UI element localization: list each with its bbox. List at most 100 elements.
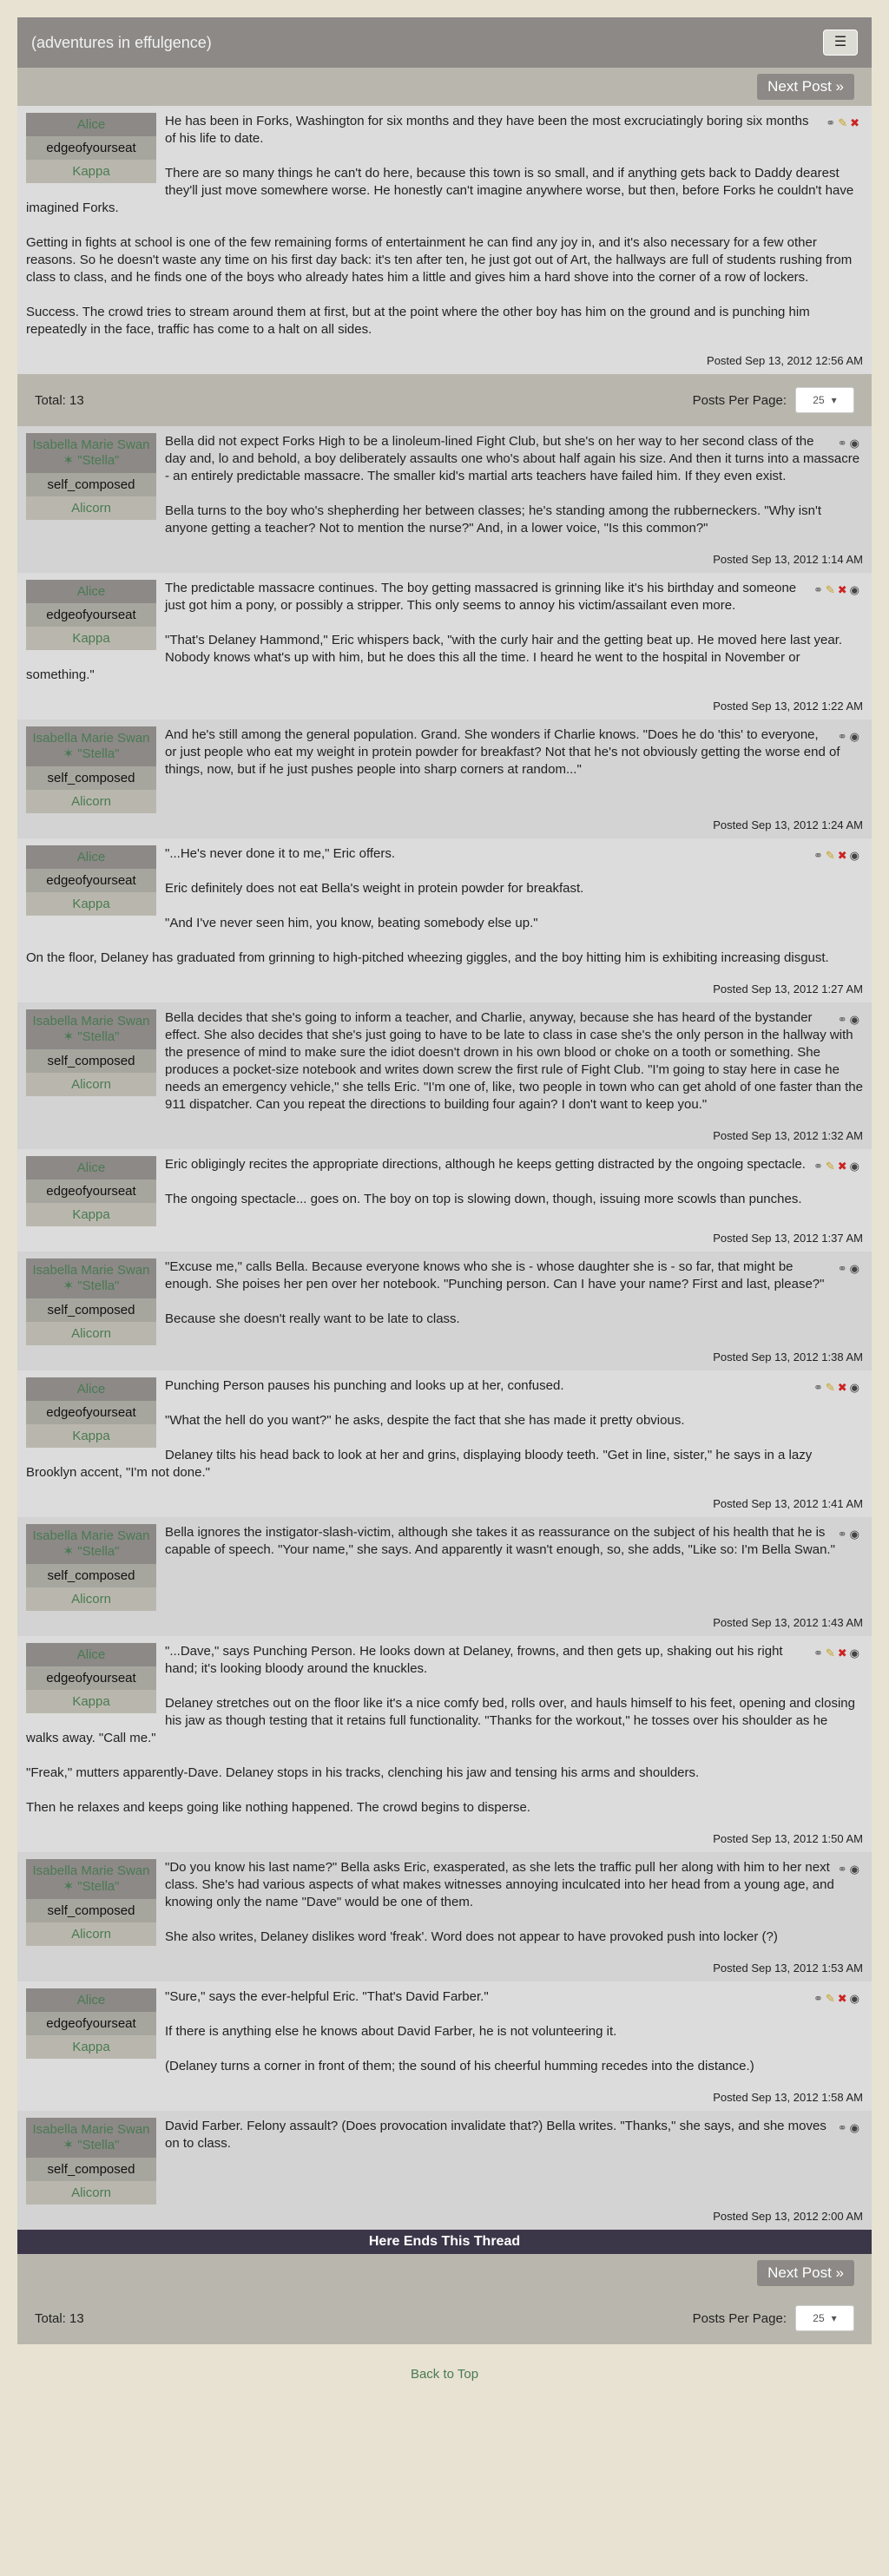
eye-icon[interactable]: ◉ [850,1528,859,1541]
post-tools: ⚭ ◉ [838,2121,859,2135]
character-name[interactable]: Isabella Marie Swan ✶ "Stella" [26,2118,156,2158]
edit-icon[interactable]: ✎ [826,1160,835,1173]
eye-icon[interactable]: ◉ [850,730,859,744]
edit-icon[interactable]: ✎ [826,583,835,597]
author-name[interactable]: self_composed [26,1049,156,1073]
link-icon[interactable]: ⚭ [838,1528,847,1541]
author-name[interactable]: edgeofyourseat [26,2012,156,2035]
author-name[interactable]: self_composed [26,473,156,496]
post-tools: ⚭ ◉ [838,1262,859,1276]
delete-icon[interactable]: ✖ [838,583,847,597]
delete-icon[interactable]: ✖ [838,1160,847,1173]
eye-icon[interactable]: ◉ [850,1863,859,1876]
pagination-bar-bottom: Total: 13 Posts Per Page: 25 ▾ [17,2292,872,2344]
author-name[interactable]: self_composed [26,766,156,790]
character-box: Isabella Marie Swan ✶ "Stella" self_compo… [26,1859,156,1946]
link-icon[interactable]: ⚭ [838,2121,847,2135]
character-name[interactable]: Isabella Marie Swan ✶ "Stella" [26,433,156,473]
link-icon[interactable]: ⚭ [838,437,847,450]
link-icon[interactable]: ⚭ [838,1863,847,1876]
link-icon[interactable]: ⚭ [813,849,823,863]
character-name[interactable]: Isabella Marie Swan ✶ "Stella" [26,1859,156,1899]
author-name[interactable]: edgeofyourseat [26,136,156,160]
character-name[interactable]: Alice [26,1156,156,1180]
post-timestamp: Posted Sep 13, 2012 1:41 AM [713,1497,863,1510]
next-post-button[interactable]: Next Post » [757,74,854,100]
delete-icon[interactable]: ✖ [838,1992,847,2006]
continuity-name[interactable]: Alicorn [26,790,156,813]
continuity-name[interactable]: Kappa [26,160,156,183]
hamburger-icon[interactable]: ☰ [823,30,858,56]
per-page-select-bottom[interactable]: 25 ▾ [795,2305,854,2331]
eye-icon[interactable]: ◉ [850,437,859,450]
post-timestamp: Posted Sep 13, 2012 1:22 AM [713,700,863,713]
continuity-name[interactable]: Kappa [26,2035,156,2059]
link-icon[interactable]: ⚭ [813,1992,823,2006]
eye-icon[interactable]: ◉ [850,1160,859,1173]
edit-icon[interactable]: ✎ [826,1381,835,1395]
continuity-name[interactable]: Alicorn [26,496,156,520]
character-name[interactable]: Alice [26,1988,156,2012]
per-page-select[interactable]: 25 ▾ [795,387,854,413]
delete-icon[interactable]: ✖ [838,1646,847,1660]
character-name[interactable]: Alice [26,580,156,603]
edit-icon[interactable]: ✎ [826,849,835,863]
continuity-name[interactable]: Kappa [26,1424,156,1448]
continuity-name[interactable]: Kappa [26,627,156,650]
character-name[interactable]: Alice [26,845,156,869]
author-name[interactable]: edgeofyourseat [26,1666,156,1690]
link-icon[interactable]: ⚭ [813,1160,823,1173]
edit-icon[interactable]: ✎ [838,116,847,130]
character-name[interactable]: Isabella Marie Swan ✶ "Stella" [26,1524,156,1564]
edit-icon[interactable]: ✎ [826,1992,835,2006]
author-name[interactable]: self_composed [26,2158,156,2181]
next-post-button-bottom[interactable]: Next Post » [757,2260,854,2286]
eye-icon[interactable]: ◉ [850,583,859,597]
delete-icon[interactable]: ✖ [838,849,847,863]
post: ⚭ ✎ ✖ Alice edgeofyourseat Kappa He has been i… [17,106,872,374]
character-name[interactable]: Alice [26,1643,156,1666]
eye-icon[interactable]: ◉ [850,849,859,863]
continuity-name[interactable]: Kappa [26,1690,156,1713]
character-name[interactable]: Alice [26,1377,156,1401]
link-icon[interactable]: ⚭ [838,1013,847,1027]
eye-icon[interactable]: ◉ [850,2121,859,2135]
post-tools: ⚭ ✎ ✖ ◉ [813,1992,859,2006]
author-name[interactable]: self_composed [26,1298,156,1322]
delete-icon[interactable]: ✖ [838,1381,847,1395]
author-name[interactable]: edgeofyourseat [26,1180,156,1203]
author-name[interactable]: edgeofyourseat [26,869,156,892]
link-icon[interactable]: ⚭ [826,116,835,130]
author-name[interactable]: edgeofyourseat [26,1401,156,1424]
link-icon[interactable]: ⚭ [813,1381,823,1395]
continuity-name[interactable]: Alicorn [26,1587,156,1611]
author-name[interactable]: self_composed [26,1899,156,1922]
link-icon[interactable]: ⚭ [838,1262,847,1276]
eye-icon[interactable]: ◉ [850,1262,859,1276]
character-box: Alice edgeofyourseat Kappa [26,1988,156,2059]
eye-icon[interactable]: ◉ [850,1992,859,2006]
character-box: Isabella Marie Swan ✶ "Stella" self_compo… [26,1009,156,1096]
character-name[interactable]: Isabella Marie Swan ✶ "Stella" [26,1009,156,1049]
continuity-name[interactable]: Kappa [26,1203,156,1226]
author-name[interactable]: edgeofyourseat [26,603,156,627]
character-name[interactable]: Isabella Marie Swan ✶ "Stella" [26,726,156,766]
eye-icon[interactable]: ◉ [850,1381,859,1395]
back-to-top-link[interactable]: Back to Top [17,2367,872,2382]
edit-icon[interactable]: ✎ [826,1646,835,1660]
character-name[interactable]: Isabella Marie Swan ✶ "Stella" [26,1258,156,1298]
continuity-name[interactable]: Alicorn [26,1322,156,1345]
site-title[interactable]: (adventures in effulgence) [31,34,212,52]
link-icon[interactable]: ⚭ [838,730,847,744]
continuity-name[interactable]: Alicorn [26,1073,156,1096]
eye-icon[interactable]: ◉ [850,1646,859,1660]
character-name[interactable]: Alice [26,113,156,136]
author-name[interactable]: self_composed [26,1564,156,1587]
link-icon[interactable]: ⚭ [813,1646,823,1660]
continuity-name[interactable]: Alicorn [26,1922,156,1946]
link-icon[interactable]: ⚭ [813,583,823,597]
continuity-name[interactable]: Alicorn [26,2181,156,2205]
delete-icon[interactable]: ✖ [850,116,859,130]
continuity-name[interactable]: Kappa [26,892,156,916]
eye-icon[interactable]: ◉ [850,1013,859,1027]
